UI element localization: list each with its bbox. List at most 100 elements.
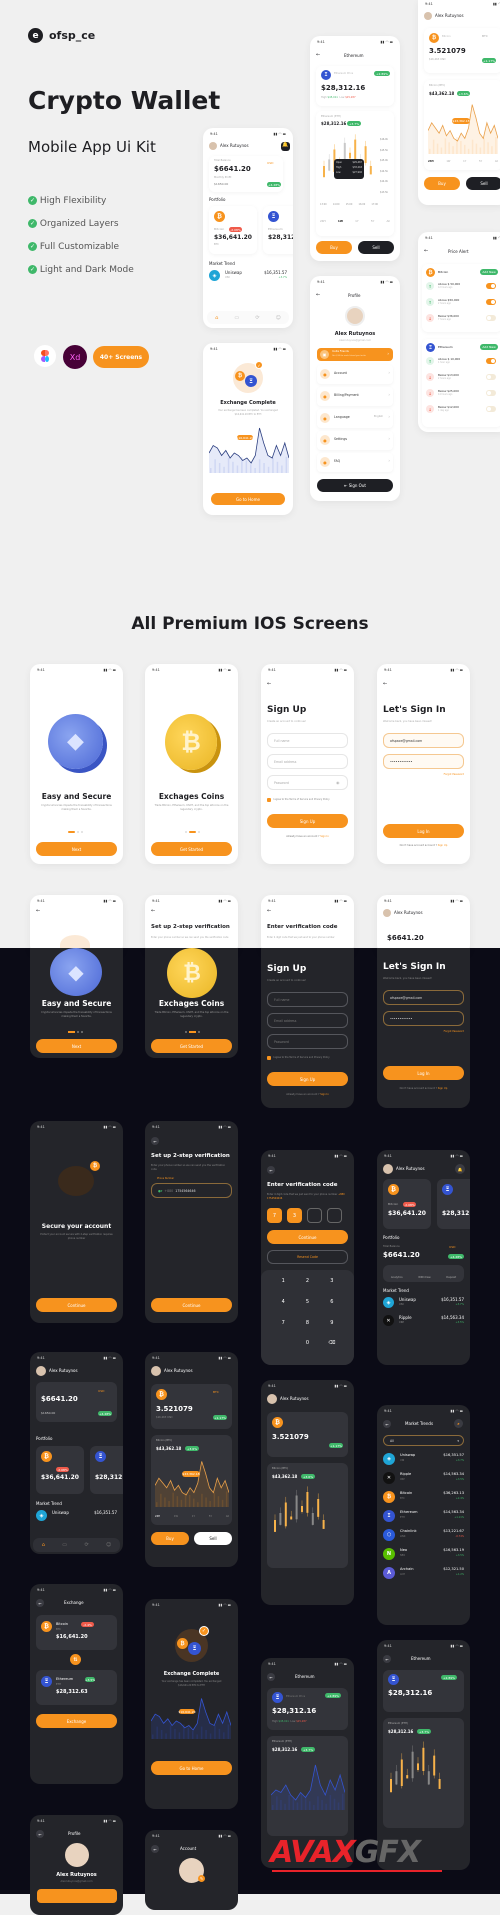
swap-icon[interactable]: ⇅ [70, 1654, 81, 1665]
range-tab[interactable]: 1W [446, 160, 450, 163]
market-row[interactable]: ⬡ Chainlink LINK $13,221.67 -0.74% [383, 1528, 464, 1547]
password-input[interactable]: Password [267, 1034, 348, 1049]
range-tab[interactable]: 1Y [192, 1515, 195, 1518]
back-arrow-icon[interactable]: ← [267, 682, 271, 687]
range-tab[interactable]: 24H [155, 1515, 160, 1518]
back-arrow-icon[interactable]: ← [267, 909, 271, 914]
nav-exchange-icon[interactable]: ⟳ [255, 315, 259, 321]
nav-exchange-icon[interactable]: ⟳ [84, 1542, 88, 1548]
asset-card-ethereum[interactable]: Ξ $28,312.2 [437, 1179, 470, 1229]
sign-up-button[interactable]: Sign Up [267, 814, 348, 828]
continue-button[interactable]: Continue [267, 1230, 348, 1244]
filter-select[interactable]: All ▾ [383, 1435, 464, 1446]
nav-wallet-icon[interactable]: ▭ [62, 1542, 67, 1548]
range-tab[interactable]: 1W [338, 219, 343, 223]
log-in-button[interactable]: Log In [383, 824, 464, 838]
back-arrow-icon[interactable]: ← [36, 1599, 44, 1607]
sign-up-link[interactable]: Sign Up [438, 844, 448, 847]
terms-checkbox[interactable] [267, 798, 271, 802]
alert-toggle[interactable] [486, 390, 496, 396]
email-input[interactable]: Email address [267, 1013, 348, 1028]
exchange-button[interactable]: Exchange [36, 1714, 117, 1728]
camera-icon[interactable]: ✎ [198, 1875, 205, 1882]
otp-digit-input[interactable]: 3 [287, 1208, 302, 1223]
resend-code-button[interactable]: Resend Code [267, 1250, 348, 1264]
range-tab[interactable]: All [226, 1515, 229, 1518]
get-started-button[interactable]: Get Started [151, 842, 232, 856]
range-tab[interactable]: 5Y [479, 160, 482, 163]
email-input[interactable]: ofspace@gmail.com [383, 990, 464, 1005]
currency-select[interactable]: USD [449, 1246, 455, 1249]
profile-menu-item[interactable]: ● Language English › [317, 409, 393, 428]
nav-home-icon[interactable]: ⌂ [215, 315, 218, 321]
deposit-button[interactable]: Deposit [446, 1276, 456, 1279]
keypad-key[interactable]: 8 [295, 1320, 319, 1337]
currency-select[interactable]: USD [267, 162, 273, 165]
continue-button[interactable]: Continue [151, 1298, 232, 1312]
keypad-key[interactable]: ⌫ [320, 1340, 344, 1357]
avatar[interactable] [424, 12, 432, 20]
buy-button[interactable]: Buy [151, 1532, 189, 1545]
invite-friends-banner[interactable]: ▣ Invite Friends Get $10 for each friend… [317, 348, 393, 361]
range-tab[interactable]: 24H [320, 219, 326, 223]
keypad-key[interactable]: 0 [295, 1340, 319, 1357]
otp-digit-input[interactable] [307, 1208, 322, 1223]
full-name-input[interactable]: Full name [267, 733, 348, 748]
search-icon[interactable]: ⌕ [454, 1419, 463, 1428]
back-arrow-icon[interactable]: ← [267, 1166, 275, 1174]
trend-row[interactable]: ◈ Uniswap UNI $16,351.57 +3.7% [209, 270, 287, 284]
next-button[interactable]: Next [36, 1039, 117, 1053]
add-new-button[interactable]: Add New [480, 269, 498, 275]
password-input[interactable]: •••••••••••• [383, 754, 464, 769]
back-arrow-icon[interactable]: ← [316, 293, 320, 298]
keypad-key[interactable]: 1 [271, 1278, 295, 1295]
sign-up-link[interactable]: Sign Up [438, 1087, 448, 1090]
back-arrow-icon[interactable]: ← [151, 1845, 159, 1853]
avatar[interactable] [345, 306, 365, 326]
range-tab[interactable]: 1Y [355, 219, 359, 223]
back-arrow-icon[interactable]: ← [151, 909, 155, 914]
alert-toggle[interactable] [486, 283, 496, 289]
back-arrow-icon[interactable]: ← [383, 1655, 391, 1663]
range-tab[interactable]: 24H [428, 160, 434, 163]
notification-bell-icon[interactable]: 🔔 [281, 142, 290, 151]
range-tab[interactable]: 5Y [371, 219, 375, 223]
notification-bell-icon[interactable]: 🔔 [455, 1164, 465, 1174]
back-arrow-icon[interactable]: ← [316, 53, 320, 58]
avatar[interactable] [383, 1164, 393, 1174]
profile-menu-item[interactable]: ● FAQ › [317, 453, 393, 472]
sign-out-button[interactable]: ⇤ Sign Out [317, 479, 393, 492]
buy-button[interactable]: Buy [424, 177, 460, 190]
trend-row[interactable]: ◈ Uniswap $16,351.57 [36, 1510, 117, 1524]
buy-button[interactable]: Buy [316, 241, 352, 254]
exchange-to-card[interactable]: Ξ Ethereum +3.5% ETH $28,312.63 [36, 1670, 117, 1705]
analytics-button[interactable]: Analytics [391, 1276, 403, 1279]
trend-row[interactable]: ✕ Ripple XRP $14,563.34 +3.5% [383, 1315, 464, 1329]
alert-toggle[interactable] [486, 299, 496, 305]
back-arrow-icon[interactable]: ← [151, 1137, 159, 1145]
profile-menu-item[interactable]: ● Settings › [317, 431, 393, 450]
avatar[interactable] [209, 142, 217, 150]
market-row[interactable]: Ξ Ethereum ETH $14,563.34 +1.11% [383, 1509, 464, 1528]
keypad-key[interactable]: 4 [271, 1299, 295, 1316]
email-input[interactable]: Email address [267, 754, 348, 769]
range-tab[interactable]: All [387, 219, 390, 223]
range-tab[interactable]: All [495, 160, 498, 163]
asset-card-bitcoin[interactable]: ₿ Bitcoin -2.08% $36,641.20 BTC [209, 206, 257, 254]
sell-button[interactable]: Sell [358, 241, 394, 254]
sell-button[interactable]: Sell [466, 177, 500, 190]
currency-select[interactable]: BTC [482, 35, 488, 38]
nav-profile-icon[interactable]: ☺ [106, 1542, 111, 1548]
go-home-button[interactable]: Go to Home [211, 493, 285, 505]
alert-toggle[interactable] [486, 406, 496, 412]
invite-friends-banner[interactable] [37, 1889, 117, 1903]
sign-in-link[interactable]: Sign In [320, 835, 329, 838]
asset-card-bitcoin[interactable]: ₿ Bitcoin -2.08% $36,641.20 [383, 1179, 431, 1229]
nav-wallet-icon[interactable]: ▭ [234, 315, 239, 321]
back-arrow-icon[interactable]: ← [36, 909, 40, 914]
asset-card-bitcoin[interactable]: ₿ -2.08% $36,641.20 [36, 1446, 84, 1494]
market-row[interactable]: A Archain ACH $12,321.50 +1.2% [383, 1566, 464, 1585]
market-row[interactable]: ◈ Uniswap UNI $16,351.57 +3.7% [383, 1452, 464, 1471]
nav-home-icon[interactable]: ⌂ [42, 1542, 45, 1548]
profile-menu-item[interactable]: ● Billing/Payment › [317, 387, 393, 406]
